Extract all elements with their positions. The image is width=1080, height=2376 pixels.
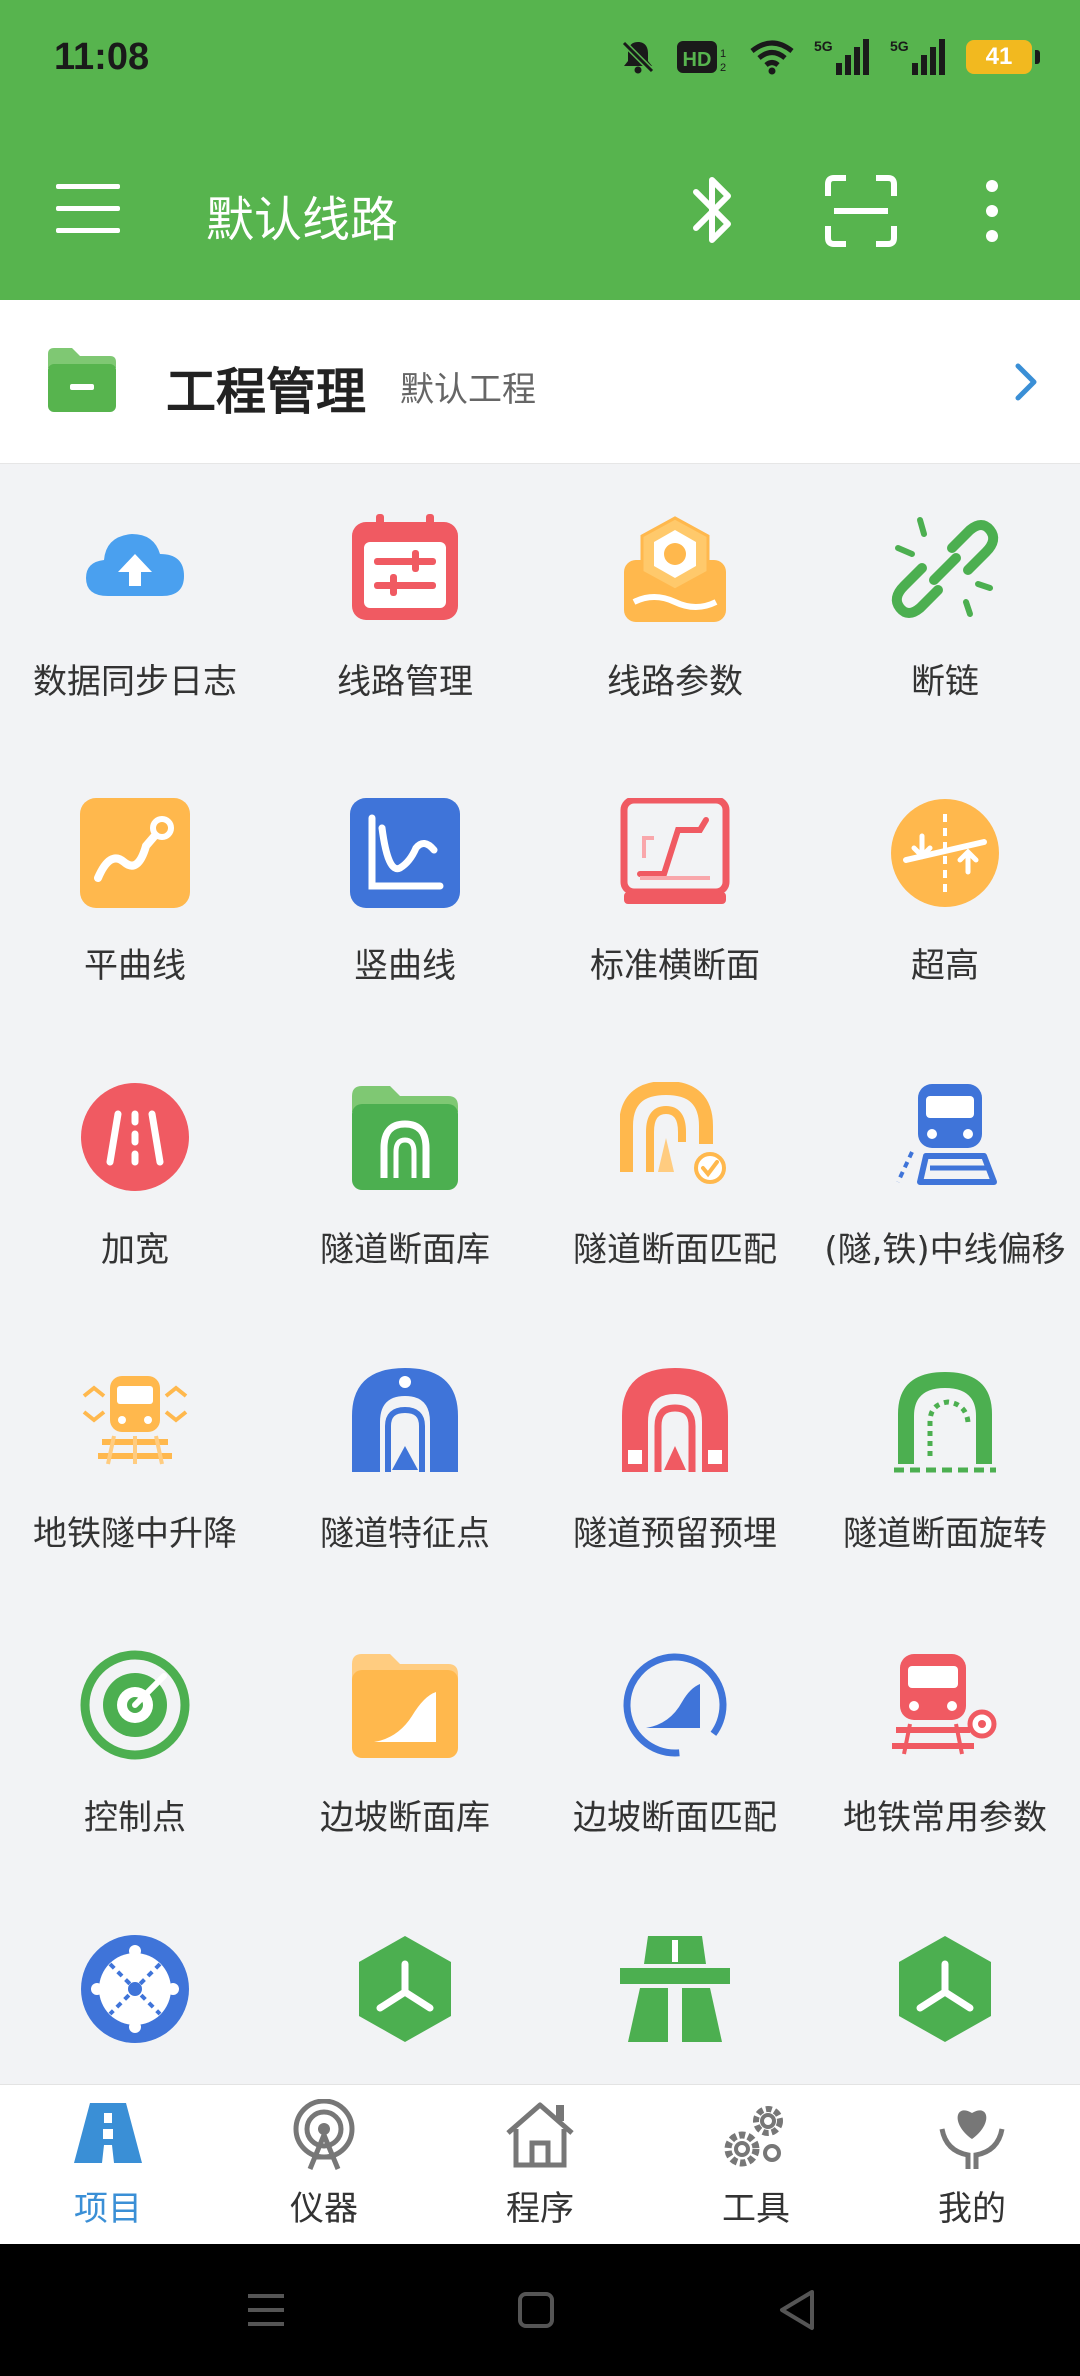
- slope-folder-icon: [350, 1650, 460, 1760]
- battery-level: 41: [985, 43, 1013, 70]
- project-title: 工程管理: [166, 363, 366, 421]
- project-subtitle: 默认工程: [400, 370, 536, 410]
- home-button-icon[interactable]: [514, 2288, 558, 2332]
- svg-text:2: 2: [720, 62, 726, 74]
- tab-tools[interactable]: 工具: [648, 2085, 864, 2245]
- widening-icon: [80, 1082, 190, 1192]
- tab-mine[interactable]: 我的: [864, 2085, 1080, 2245]
- grid-item-slope-section-library[interactable]: 边坡断面库: [270, 1600, 540, 1884]
- cross-section-icon: [620, 796, 730, 908]
- menu-icon[interactable]: [56, 180, 120, 238]
- grid-item-vertical-curve[interactable]: 竖曲线: [270, 748, 540, 1032]
- app-bar: 11:08 HD 1 2 5G 5G 41 默认线路: [0, 0, 1080, 300]
- tab-project[interactable]: 项目: [0, 2085, 216, 2245]
- grid-item-subway-common-parameters[interactable]: 地铁常用参数: [810, 1600, 1080, 1884]
- grid-item-subway-tunnel-lift[interactable]: 地铁隧中升降: [0, 1316, 270, 1600]
- system-navigation-bar: [0, 2244, 1080, 2376]
- status-time: 11:08: [54, 36, 150, 78]
- tab-program[interactable]: 程序: [432, 2085, 648, 2245]
- nut-icon: [620, 514, 730, 624]
- horizontal-curve-icon: [80, 798, 190, 908]
- tunnel-reserve-icon: [620, 1366, 730, 1476]
- grid-item-standard-cross-section[interactable]: 标准横断面: [540, 748, 810, 1032]
- superelevation-icon: [890, 798, 1000, 908]
- grid-item-route-parameters[interactable]: 线路参数: [540, 464, 810, 748]
- toolbar: 默认线路: [0, 150, 1080, 270]
- route-title: 默认线路: [206, 192, 399, 248]
- back-icon[interactable]: [776, 2288, 820, 2332]
- tunnel-match-icon: [619, 1080, 730, 1192]
- grid-item-tunnel-feature-points[interactable]: 隧道特征点: [270, 1316, 540, 1600]
- cloud-upload-icon: [80, 514, 190, 624]
- train-offset-icon: [890, 1082, 1000, 1192]
- feature-grid: 数据同步日志 线路管理 线路参数 断链 平曲线 竖曲线 标准横断面 超高 加宽 …: [0, 464, 1080, 2084]
- user-heart-icon: [936, 2099, 1008, 2171]
- svg-text:5G: 5G: [814, 38, 833, 54]
- status-icons: HD 1 2 5G 5G 41: [618, 34, 1040, 80]
- svg-text:5G: 5G: [890, 38, 909, 54]
- grid-item-hexagon-1[interactable]: [270, 1884, 540, 2084]
- gears-icon: [720, 2099, 792, 2171]
- grid-item-centerline-offset[interactable]: (隧,铁)中线偏移: [810, 1032, 1080, 1316]
- tab-instrument[interactable]: 仪器: [216, 2085, 432, 2245]
- mute-bell-icon: [618, 37, 658, 77]
- grid-item-horizontal-curve[interactable]: 平曲线: [0, 748, 270, 1032]
- recent-apps-icon[interactable]: [244, 2288, 288, 2332]
- tunnel-folder-icon: [350, 1082, 460, 1192]
- more-options-icon[interactable]: [976, 176, 1008, 246]
- status-bar: 11:08 HD 1 2 5G 5G 41: [0, 0, 1080, 120]
- grid-item-slope-section-match[interactable]: 边坡断面匹配: [540, 1600, 810, 1884]
- network-circle-icon: [80, 1934, 190, 2044]
- grid-item-network[interactable]: [0, 1884, 270, 2084]
- grid-item-broken-chain[interactable]: 断链: [810, 464, 1080, 748]
- svg-text:1: 1: [720, 48, 726, 60]
- tunnel-rotate-icon: [890, 1366, 1000, 1476]
- home-icon: [504, 2099, 576, 2171]
- project-header[interactable]: 工程管理 默认工程: [0, 300, 1080, 464]
- broken-link-icon: [890, 514, 1000, 624]
- folder-icon: [44, 344, 120, 416]
- battery-icon: 41: [966, 40, 1040, 74]
- grid-item-route-management[interactable]: 线路管理: [270, 464, 540, 748]
- chevron-right-icon: [1012, 360, 1042, 404]
- control-point-icon: [80, 1650, 190, 1760]
- grid-item-widening[interactable]: 加宽: [0, 1032, 270, 1316]
- hd-icon: HD 1 2: [676, 37, 730, 77]
- grid-item-highway[interactable]: [540, 1884, 810, 2084]
- grid-item-hexagon-2[interactable]: [810, 1884, 1080, 2084]
- hexagon-icon: [350, 1934, 460, 2044]
- grid-item-data-sync-log[interactable]: 数据同步日志: [0, 464, 270, 748]
- vertical-curve-icon: [350, 798, 460, 908]
- calendar-icon: [350, 514, 460, 624]
- grid-item-tunnel-reserved-embedded[interactable]: 隧道预留预埋: [540, 1316, 810, 1600]
- wifi-icon: [748, 37, 796, 77]
- tunnel-feature-icon: [350, 1366, 460, 1476]
- highway-icon: [620, 1934, 730, 2044]
- train-settings-icon: [890, 1650, 1000, 1760]
- grid-item-tunnel-section-library[interactable]: 隧道断面库: [270, 1032, 540, 1316]
- bottom-navigation: 项目 仪器 程序 工具 我的: [0, 2084, 1080, 2244]
- hexagon-icon: [890, 1934, 1000, 2044]
- grid-item-control-points[interactable]: 控制点: [0, 1600, 270, 1884]
- signal-icon-1: 5G: [814, 37, 872, 77]
- bluetooth-icon[interactable]: [676, 170, 748, 250]
- subway-lift-icon: [80, 1366, 190, 1476]
- road-icon: [72, 2099, 144, 2171]
- grid-item-tunnel-section-rotate[interactable]: 隧道断面旋转: [810, 1316, 1080, 1600]
- scan-icon[interactable]: [824, 174, 898, 248]
- hd-badge-text: HD: [683, 49, 712, 71]
- grid-item-superelevation[interactable]: 超高: [810, 748, 1080, 1032]
- slope-match-icon: [620, 1650, 730, 1760]
- antenna-icon: [288, 2098, 360, 2171]
- signal-icon-2: 5G: [890, 37, 948, 77]
- grid-item-tunnel-section-match[interactable]: 隧道断面匹配: [540, 1032, 810, 1316]
